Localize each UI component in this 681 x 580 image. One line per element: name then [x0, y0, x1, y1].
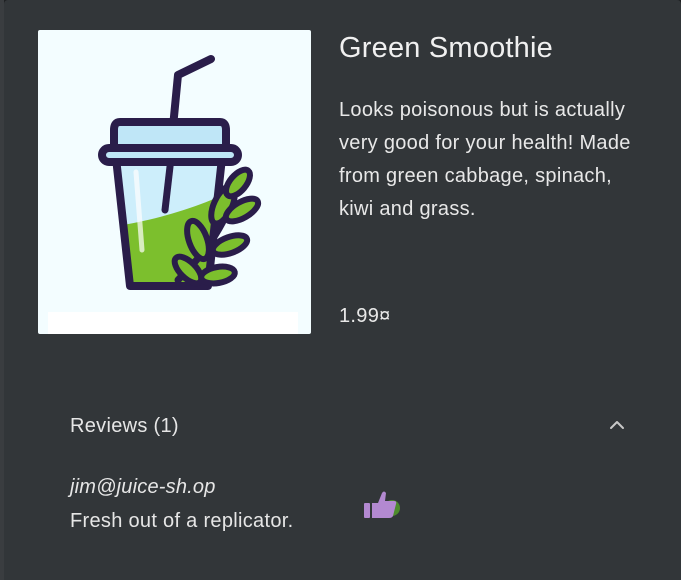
reviews-title: Reviews (1) [70, 415, 179, 437]
product-image [38, 30, 311, 334]
like-review-button[interactable] [362, 488, 406, 524]
review-item: jim@juice-sh.op Fresh out of a replicato… [70, 474, 630, 544]
product-description: Looks poisonous but is actually very goo… [339, 99, 631, 220]
green-smoothie-cup-icon [98, 55, 262, 290]
review-author: jim@juice-sh.op [70, 476, 216, 498]
product-title: Green Smoothie [339, 32, 553, 64]
chevron-up-icon [610, 421, 624, 429]
product-details-dialog: Green Smoothie Looks poisonous but is ac… [4, 0, 681, 580]
review-message: Fresh out of a replicator. [70, 510, 294, 532]
product-price: 1.99¤ [339, 305, 391, 327]
reviews-expansion-header[interactable]: Reviews (1) [70, 408, 630, 448]
thumbs-up-icon [364, 491, 400, 518]
